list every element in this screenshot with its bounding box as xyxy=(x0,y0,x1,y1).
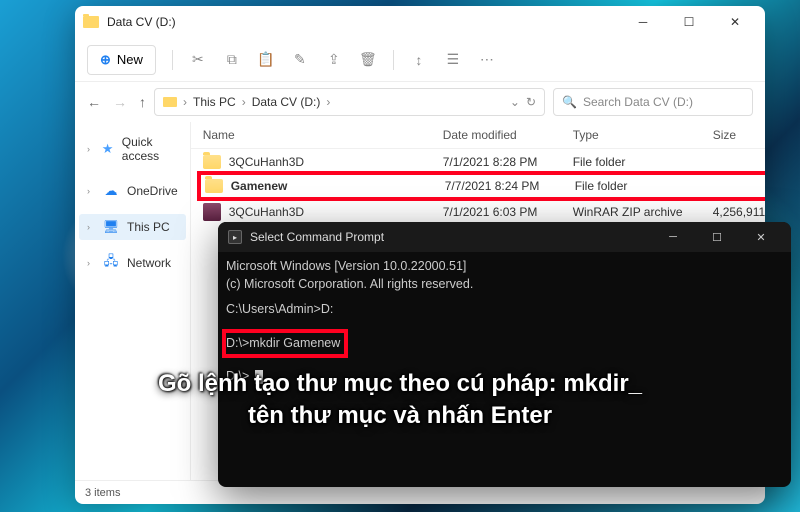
sidebar-item-label: This PC xyxy=(127,220,170,234)
dropdown-icon[interactable]: ⌄ xyxy=(510,95,520,109)
up-button[interactable]: ↑ xyxy=(139,94,146,110)
delete-icon[interactable]: 🗑 xyxy=(359,51,377,69)
separator xyxy=(172,50,173,70)
sidebar-item-network[interactable]: › 🖧 Network xyxy=(79,250,186,276)
new-label: New xyxy=(117,52,143,67)
close-button[interactable]: ✕ xyxy=(713,7,757,37)
monitor-icon: 🖥 xyxy=(103,219,119,235)
breadcrumb[interactable]: This PC xyxy=(193,95,236,109)
cloud-icon: ☁ xyxy=(103,183,119,199)
refresh-icon[interactable]: ↻ xyxy=(526,95,536,109)
table-row[interactable]: 3QCuHanh3D 7/1/2021 8:28 PM File folder xyxy=(199,151,765,173)
folder-icon xyxy=(163,97,177,107)
copy-icon[interactable]: ⧉ xyxy=(223,51,241,69)
forward-button[interactable]: → xyxy=(113,94,127,110)
col-type[interactable]: Type xyxy=(573,128,713,142)
search-placeholder: Search Data CV (D:) xyxy=(583,95,693,109)
command-prompt-window: ▸ Select Command Prompt ─ ☐ ✕ Microsoft … xyxy=(218,222,791,487)
chevron-right-icon: › xyxy=(242,95,246,109)
back-button[interactable]: ← xyxy=(87,94,101,110)
cmd-titlebar[interactable]: ▸ Select Command Prompt ─ ☐ ✕ xyxy=(218,222,791,252)
output-line: Microsoft Windows [Version 10.0.22000.51… xyxy=(226,258,783,276)
sidebar-item-label: Network xyxy=(127,256,171,270)
instruction-caption: Gõ lệnh tạo thư mục theo cú pháp: mkdir_… xyxy=(80,368,720,433)
chevron-right-icon: › xyxy=(87,186,95,196)
col-name[interactable]: Name xyxy=(203,128,443,142)
file-name: 3QCuHanh3D xyxy=(229,205,304,219)
rename-icon[interactable]: ✎ xyxy=(291,51,309,69)
new-button[interactable]: ⊕ New xyxy=(87,45,156,75)
minimize-button[interactable]: ─ xyxy=(653,223,693,251)
file-type: File folder xyxy=(573,155,713,169)
file-name: Gamenew xyxy=(231,179,288,193)
table-row-highlighted[interactable]: Gamenew 7/7/2021 8:24 PM File folder xyxy=(197,171,765,201)
close-button[interactable]: ✕ xyxy=(741,223,781,251)
sidebar-item-label: Quick access xyxy=(122,135,178,163)
sidebar-item-quick-access[interactable]: › ★ Quick access xyxy=(79,130,186,168)
file-date: 7/1/2021 8:28 PM xyxy=(443,155,573,169)
output-line: (c) Microsoft Corporation. All rights re… xyxy=(226,276,783,294)
address-bar-row: ← → ↑ › This PC › Data CV (D:) › ⌄ ↻ 🔍 S… xyxy=(75,82,765,122)
file-type: WinRAR ZIP archive xyxy=(573,205,713,219)
item-count: 3 items xyxy=(85,487,120,499)
titlebar[interactable]: Data CV (D:) ─ ☐ ✕ xyxy=(75,6,765,38)
plus-icon: ⊕ xyxy=(100,52,111,68)
terminal-icon: ▸ xyxy=(228,230,242,244)
share-icon[interactable]: ⇪ xyxy=(325,51,343,69)
chevron-right-icon: › xyxy=(183,95,187,109)
chevron-right-icon: › xyxy=(87,258,95,268)
maximize-button[interactable]: ☐ xyxy=(697,223,737,251)
sort-icon[interactable]: ↕ xyxy=(410,51,428,69)
cut-icon[interactable]: ✂ xyxy=(189,51,207,69)
breadcrumb[interactable]: Data CV (D:) xyxy=(252,95,321,109)
search-input[interactable]: 🔍 Search Data CV (D:) xyxy=(553,88,753,116)
folder-icon xyxy=(83,16,99,28)
address-bar[interactable]: › This PC › Data CV (D:) › ⌄ ↻ xyxy=(154,88,545,116)
chevron-right-icon: › xyxy=(87,222,95,232)
highlighted-command: D:\>mkdir Gamenew xyxy=(222,329,348,359)
sidebar-item-label: OneDrive xyxy=(127,184,178,198)
star-icon: ★ xyxy=(101,141,114,157)
sidebar-item-this-pc[interactable]: › 🖥 This PC xyxy=(79,214,186,240)
archive-icon xyxy=(203,203,221,221)
folder-icon xyxy=(205,179,223,193)
file-date: 7/1/2021 6:03 PM xyxy=(443,205,573,219)
view-icon[interactable]: ☰ xyxy=(444,51,462,69)
window-title: Data CV (D:) xyxy=(107,15,176,29)
toolbar: ⊕ New ✂ ⧉ 📋 ✎ ⇪ 🗑 ↕ ☰ ⋯ xyxy=(75,38,765,82)
sidebar-item-onedrive[interactable]: › ☁ OneDrive xyxy=(79,178,186,204)
col-size[interactable]: Size xyxy=(713,128,765,142)
col-date[interactable]: Date modified xyxy=(443,128,573,142)
chevron-right-icon: › xyxy=(326,95,330,109)
cmd-window-title: Select Command Prompt xyxy=(250,230,384,244)
file-type: File folder xyxy=(575,179,715,193)
column-headers[interactable]: Name Date modified Type Size xyxy=(191,122,765,149)
separator xyxy=(393,50,394,70)
minimize-button[interactable]: ─ xyxy=(621,7,665,37)
network-icon: 🖧 xyxy=(103,255,119,271)
chevron-right-icon: › xyxy=(87,144,93,154)
maximize-button[interactable]: ☐ xyxy=(667,7,711,37)
more-icon[interactable]: ⋯ xyxy=(478,51,496,69)
paste-icon[interactable]: 📋 xyxy=(257,51,275,69)
folder-icon xyxy=(203,155,221,169)
file-date: 7/7/2021 8:24 PM xyxy=(445,179,575,193)
search-icon: 🔍 xyxy=(562,95,577,109)
file-size: 4,256,911 KB xyxy=(713,205,765,219)
file-name: 3QCuHanh3D xyxy=(229,155,304,169)
output-line: C:\Users\Admin>D: xyxy=(226,301,783,319)
